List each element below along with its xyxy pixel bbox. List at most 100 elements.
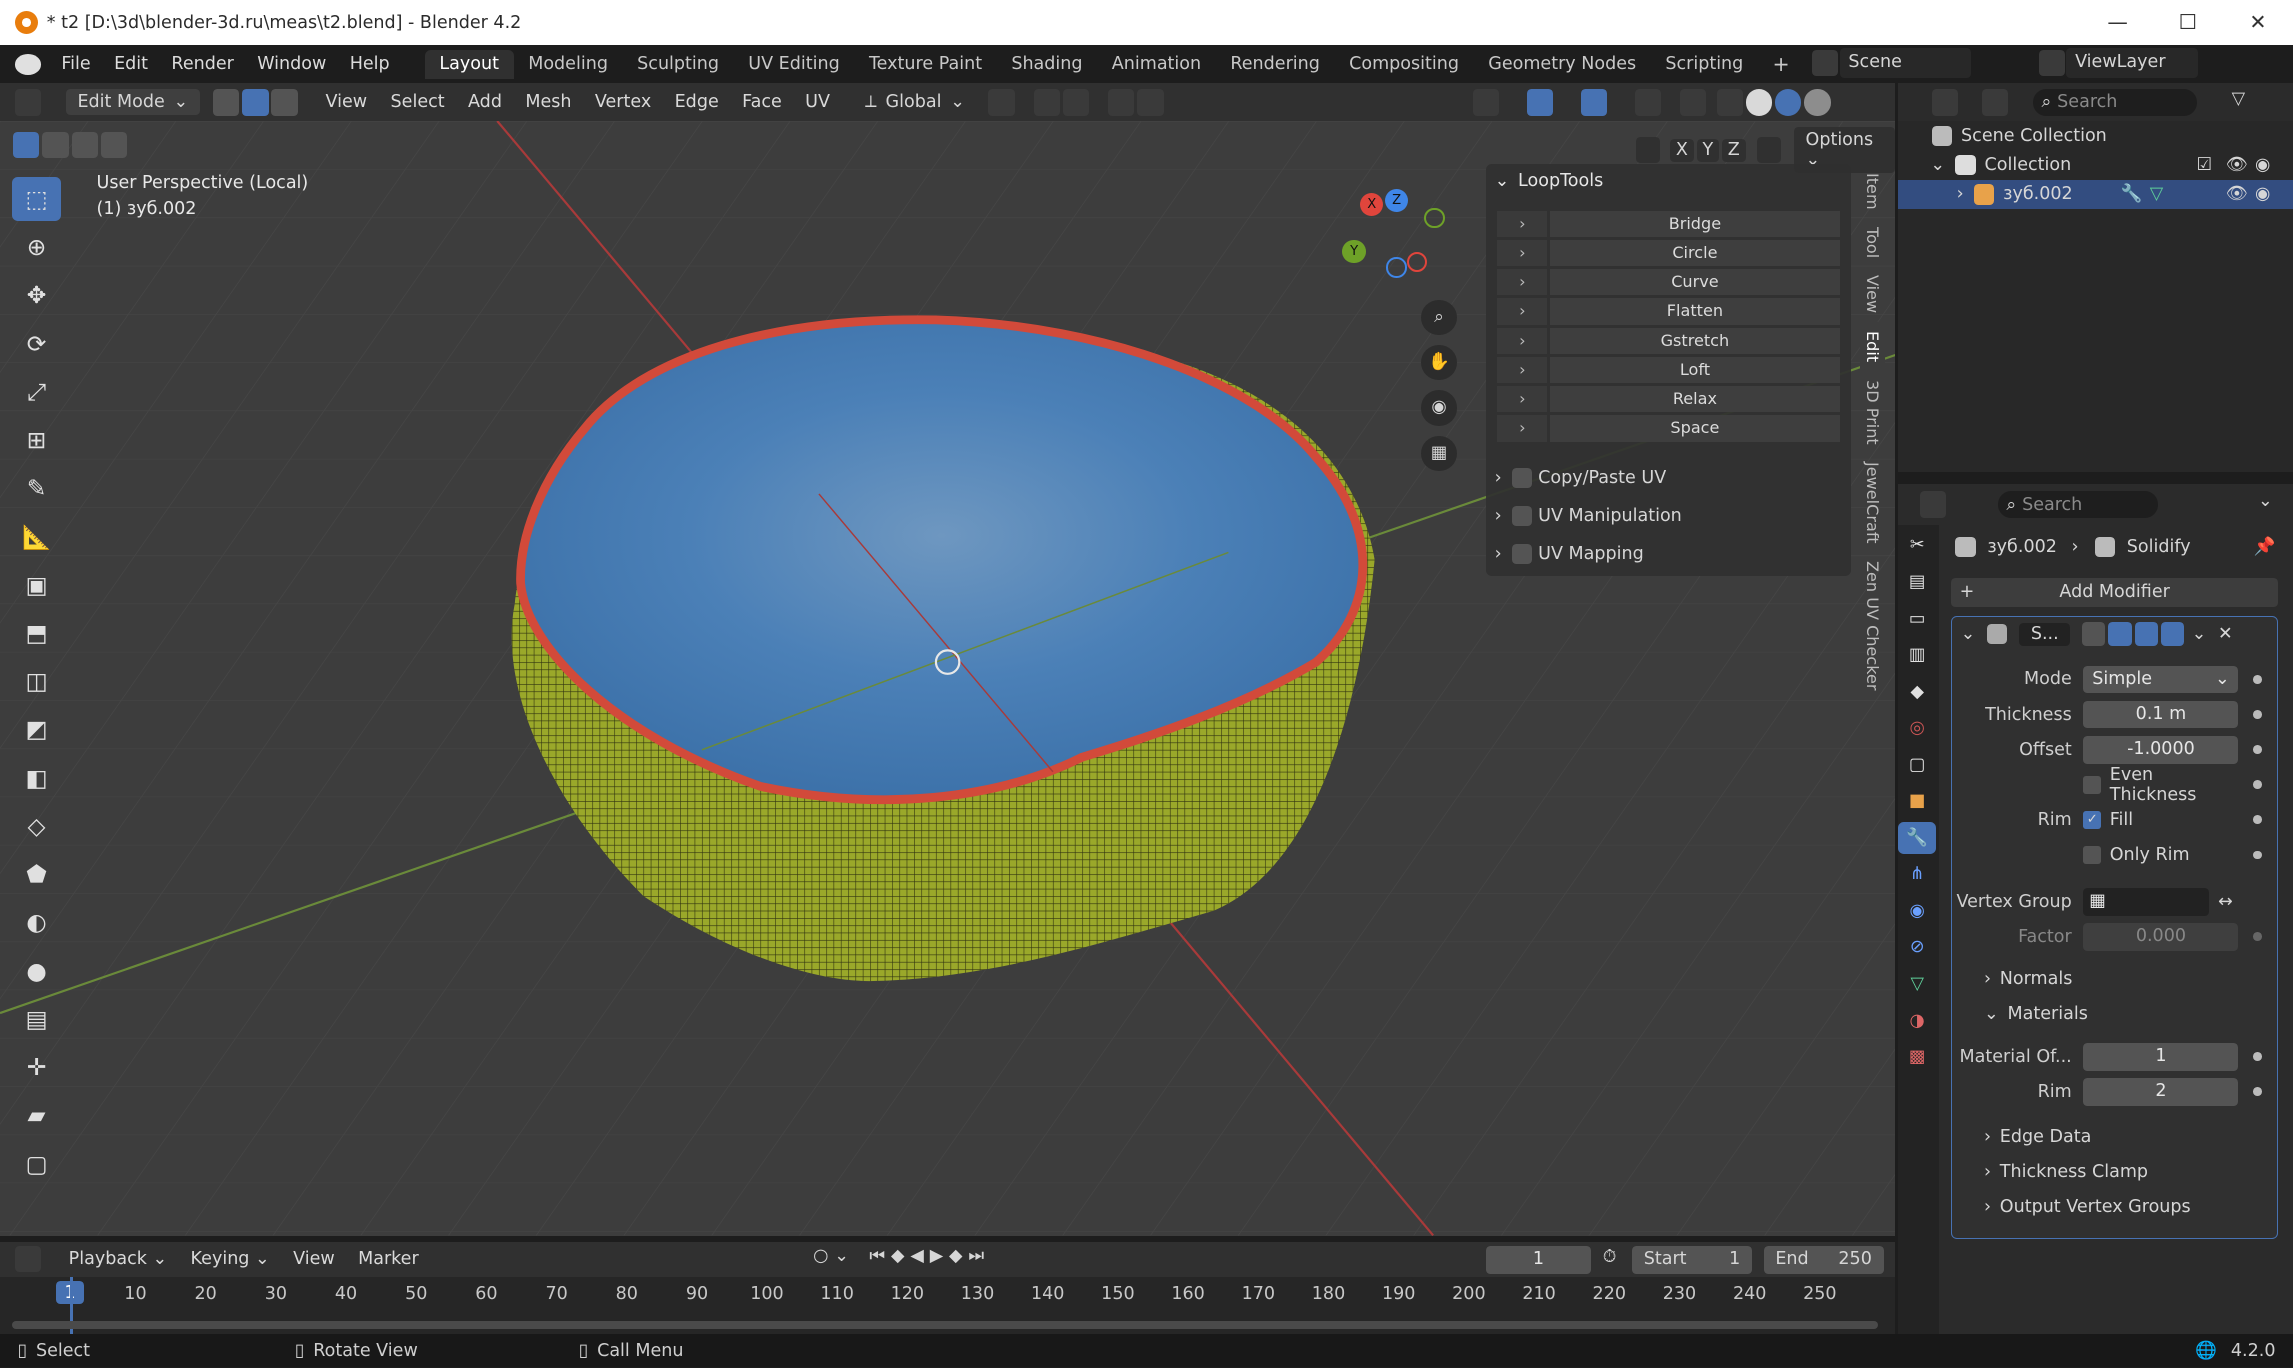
prev-keyframe-icon[interactable]: ◆ <box>891 1246 904 1266</box>
rendered-shading-icon[interactable] <box>1804 89 1831 116</box>
menu-window[interactable]: Window <box>246 54 339 74</box>
mesh-data-icon[interactable]: ▽ <box>2150 184 2163 204</box>
keyframe-dot-icon[interactable] <box>2253 1052 2262 1062</box>
scene-props-icon[interactable]: ◆ <box>1898 676 1936 708</box>
camera-icon[interactable]: ◉ <box>1421 390 1457 426</box>
particles-props-icon[interactable]: ⋔ <box>1898 858 1936 890</box>
inset-tool-icon[interactable]: ◫ <box>12 659 62 703</box>
keyframe-dot-icon[interactable] <box>2253 780 2262 790</box>
gizmo-neg-y-axis[interactable] <box>1424 207 1445 229</box>
poly-build-tool-icon[interactable]: ⬟ <box>12 852 62 896</box>
tab-jewelcraft[interactable]: JewelCraft <box>1860 453 1885 552</box>
looptools-circle[interactable]: › Circle <box>1497 239 1840 267</box>
tab-3d-print[interactable]: 3D Print <box>1860 371 1885 453</box>
menu-render[interactable]: Render <box>160 54 246 74</box>
solid-shading-icon[interactable] <box>1745 89 1773 116</box>
viewlayer-field[interactable]: ViewLayer <box>2066 48 2198 78</box>
keyframe-dot-icon[interactable] <box>2253 932 2262 942</box>
camera-icon[interactable]: ◉ <box>2255 184 2270 204</box>
annotate-tool-icon[interactable]: ✎ <box>12 466 62 510</box>
collection-props-icon[interactable]: ▢ <box>1898 749 1936 781</box>
output-props-icon[interactable]: ▭ <box>1898 602 1936 634</box>
mesh-edit-overlay-icon[interactable] <box>1634 89 1662 116</box>
transform-orientation-select[interactable]: ⟂ Global ⌄ <box>865 92 965 112</box>
pan-hand-icon[interactable]: ✋ <box>1421 345 1457 381</box>
tab-tool[interactable]: Tool <box>1860 218 1885 267</box>
tab-geometry-nodes[interactable]: Geometry Nodes <box>1474 50 1651 79</box>
output-vertex-groups-subpanel[interactable]: › Output Vertex Groups <box>1952 1190 2278 1225</box>
material-props-icon[interactable]: ◑ <box>1898 1004 1936 1036</box>
jump-start-icon[interactable]: ⏮ <box>869 1246 885 1266</box>
gizmo-y-axis[interactable]: Y <box>1342 239 1366 264</box>
object-props-icon[interactable]: ■ <box>1898 785 1936 817</box>
factor-field[interactable]: 0.000 <box>2083 922 2239 951</box>
normals-subpanel[interactable]: › Normals <box>1952 962 2278 997</box>
add-workspace-icon[interactable]: + <box>1758 48 1804 81</box>
chevron-down-icon[interactable]: ⌄ <box>1930 155 1945 175</box>
camera-icon[interactable]: ◉ <box>2255 155 2270 175</box>
tab-texture-paint[interactable]: Texture Paint <box>854 50 996 79</box>
tab-edit[interactable]: Edit <box>1860 322 1886 372</box>
knife-tool-icon[interactable]: ◇ <box>12 804 62 848</box>
menu-file[interactable]: File <box>50 54 103 74</box>
edge-slide-tool-icon[interactable]: ▤ <box>12 997 62 1041</box>
add-modifier-button[interactable]: + Add Modifier <box>1950 577 2279 607</box>
outliner-search[interactable]: ⌕ Search <box>2032 89 2197 116</box>
properties-editor-icon[interactable] <box>1920 491 1947 518</box>
snap-target-icon[interactable] <box>1062 89 1090 116</box>
falloff-icon[interactable] <box>1137 89 1164 116</box>
close-button[interactable]: ✕ <box>2223 0 2293 45</box>
xray-icon[interactable] <box>1680 89 1707 116</box>
scale-tool-icon[interactable]: ⤢ <box>12 370 62 414</box>
display-mode-icon[interactable] <box>1981 89 2008 116</box>
only-rim-checkbox[interactable] <box>2083 846 2101 864</box>
mode-select[interactable]: Edit Mode ⌄ <box>65 89 200 116</box>
looptools-gstretch[interactable]: › Gstretch <box>1497 327 1840 354</box>
menu-keying[interactable]: Keying ⌄ <box>179 1249 282 1269</box>
gizmo-z-axis[interactable]: Z <box>1384 188 1409 213</box>
menu-playback[interactable]: Playback ⌄ <box>57 1249 179 1269</box>
tab-rendering[interactable]: Rendering <box>1216 50 1335 79</box>
chevron-down-icon[interactable]: ⌄ <box>1495 171 1510 191</box>
play-reverse-icon[interactable]: ◀ <box>910 1246 923 1266</box>
face-select-icon[interactable] <box>271 89 298 116</box>
texture-props-icon[interactable]: ▩ <box>1898 1041 1936 1073</box>
wireframe-shading-icon[interactable] <box>1716 89 1744 116</box>
cage-toggle-icon[interactable] <box>2108 622 2132 646</box>
navigation-gizmo[interactable]: X Z Y <box>1331 186 1463 288</box>
tool-props-icon[interactable]: ✂ <box>1898 529 1936 561</box>
chevron-down-icon[interactable]: ⌄ <box>2258 491 2273 511</box>
smooth-tool-icon[interactable]: ● <box>12 949 62 993</box>
wrench-icon[interactable]: 🔧 <box>2120 184 2142 204</box>
tab-view[interactable]: View <box>1860 267 1885 323</box>
offset-field[interactable]: -1.0000 <box>2083 735 2239 764</box>
outliner-object-row[interactable]: › зуб.002 🔧 ▽ 👁 ◉ <box>1898 179 2293 210</box>
shear-tool-icon[interactable]: ▰ <box>12 1093 62 1137</box>
grid-view-icon[interactable]: ▦ <box>1421 435 1457 471</box>
scene-icon[interactable] <box>1811 49 1839 77</box>
gizmo-neg-z-axis[interactable] <box>1386 257 1407 278</box>
visibility-icon[interactable] <box>1472 89 1499 116</box>
keyframe-dot-icon[interactable] <box>2253 675 2262 684</box>
shrink-fatten-tool-icon[interactable]: ✛ <box>12 1045 62 1089</box>
play-icon[interactable]: ▶ <box>930 1246 943 1266</box>
proportional-edit-icon[interactable] <box>1108 89 1135 116</box>
menu-select[interactable]: Select <box>379 92 456 112</box>
panel-copy-paste-uv[interactable]: › Copy/Paste UV <box>1486 459 1852 497</box>
keyframe-dot-icon[interactable] <box>2253 710 2262 719</box>
looptools-flatten[interactable]: › Flatten <box>1497 298 1840 325</box>
mirror-icon[interactable] <box>1636 136 1660 164</box>
bridge-button[interactable]: Bridge <box>1550 210 1840 237</box>
material-offset-field[interactable]: 1 <box>2083 1042 2239 1071</box>
menu-timeline-view[interactable]: View <box>281 1249 346 1269</box>
mode-select[interactable]: Simple ⌄ <box>2083 665 2239 694</box>
jump-end-icon[interactable]: ⏭ <box>968 1246 984 1266</box>
close-icon[interactable]: ✕ <box>2218 624 2233 644</box>
zoom-icon[interactable]: ⌕ <box>1421 299 1457 335</box>
properties-search[interactable]: ⌕ Search <box>1997 491 2159 518</box>
timeline-ruler[interactable]: 1 10 20 30 40 50 60 70 80 90 100 110 120… <box>0 1276 1896 1336</box>
chevron-down-icon[interactable]: ⌄ <box>834 1246 849 1266</box>
next-keyframe-icon[interactable]: ◆ <box>949 1246 962 1266</box>
tab-modeling[interactable]: Modeling <box>514 50 623 79</box>
edge-data-subpanel[interactable]: › Edge Data <box>1952 1120 2278 1155</box>
